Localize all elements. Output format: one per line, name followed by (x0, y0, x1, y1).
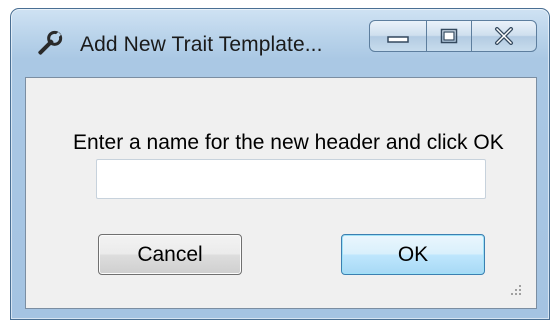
maximize-icon (440, 28, 458, 44)
header-name-input[interactable] (96, 159, 486, 199)
wrench-icon (38, 30, 63, 55)
close-button[interactable] (471, 20, 537, 52)
ok-button[interactable]: OK (341, 234, 485, 275)
cancel-button[interactable]: Cancel (98, 234, 242, 275)
dialog-window: Add New Trait Template... Enter a name f… (10, 8, 550, 320)
ok-button-label: OK (397, 242, 429, 266)
close-icon (495, 27, 513, 45)
caption-buttons (369, 20, 549, 54)
minimize-button[interactable] (369, 20, 427, 52)
window-title: Add New Trait Template... (80, 33, 323, 56)
title-bar[interactable]: Add New Trait Template... (11, 9, 549, 75)
maximize-button[interactable] (426, 20, 472, 52)
resize-grip-icon[interactable] (510, 284, 522, 296)
name-prompt-label: Enter a name for the new header and clic… (73, 131, 504, 154)
minimize-icon (387, 36, 409, 43)
cancel-button-label: Cancel (137, 242, 203, 266)
